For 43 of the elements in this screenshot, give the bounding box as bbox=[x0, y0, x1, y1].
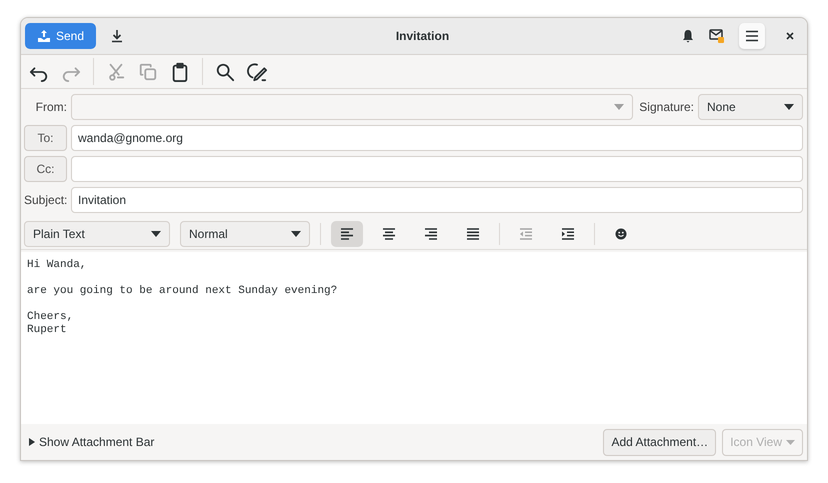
align-justify-icon bbox=[466, 228, 480, 240]
align-left-button[interactable] bbox=[331, 221, 363, 247]
align-right-icon bbox=[424, 228, 438, 240]
to-button[interactable]: To: bbox=[24, 125, 67, 151]
format-dropdown[interactable]: Plain Text bbox=[24, 221, 170, 247]
menu-button[interactable] bbox=[739, 23, 765, 49]
expander-arrow-icon bbox=[29, 438, 35, 446]
signature-dropdown[interactable]: None bbox=[698, 94, 803, 120]
to-field[interactable]: wanda@gnome.org bbox=[71, 125, 803, 151]
send-button[interactable]: Send bbox=[25, 23, 96, 49]
outdent-icon bbox=[519, 228, 533, 240]
add-attachment-button[interactable]: Add Attachment… bbox=[603, 428, 716, 456]
download-icon[interactable] bbox=[110, 29, 124, 43]
caret-icon bbox=[291, 231, 301, 237]
cc-button[interactable]: Cc: bbox=[24, 156, 67, 182]
attachment-bar-expander[interactable]: Show Attachment Bar bbox=[25, 435, 158, 449]
subject-label: Subject: bbox=[24, 193, 67, 207]
cc-field[interactable] bbox=[71, 156, 803, 182]
align-center-icon bbox=[382, 228, 396, 240]
paragraph-style-dropdown[interactable]: Normal bbox=[180, 221, 310, 247]
caret-icon bbox=[784, 104, 794, 110]
message-body[interactable]: Hi Wanda, are you going to be around next Sunday evening? Cheers, Rupert bbox=[21, 252, 807, 424]
align-left-icon bbox=[340, 228, 354, 240]
bell-icon[interactable] bbox=[681, 29, 695, 43]
caret-icon bbox=[786, 440, 795, 444]
subject-field[interactable]: Invitation bbox=[71, 187, 803, 213]
close-icon[interactable] bbox=[785, 31, 795, 41]
smiley-icon bbox=[615, 228, 627, 240]
search-icon[interactable] bbox=[215, 62, 235, 82]
caret-icon bbox=[614, 104, 624, 110]
paste-icon[interactable] bbox=[170, 62, 190, 82]
spellcheck-icon[interactable] bbox=[247, 62, 267, 82]
body-text-line: Rupert bbox=[27, 324, 68, 337]
body-text-line: Cheers, bbox=[27, 311, 74, 324]
send-icon bbox=[37, 29, 51, 43]
body-text-line: are you going to be around next Sunday evening? bbox=[27, 285, 338, 298]
window-title: Invitation bbox=[394, 29, 450, 43]
body-text-line: Hi Wanda, bbox=[27, 259, 88, 272]
menu-icon bbox=[745, 30, 759, 42]
caret-icon bbox=[151, 231, 161, 237]
indent-icon bbox=[561, 228, 575, 240]
signature-label: Signature: bbox=[639, 100, 694, 114]
from-label: From: bbox=[34, 100, 67, 114]
